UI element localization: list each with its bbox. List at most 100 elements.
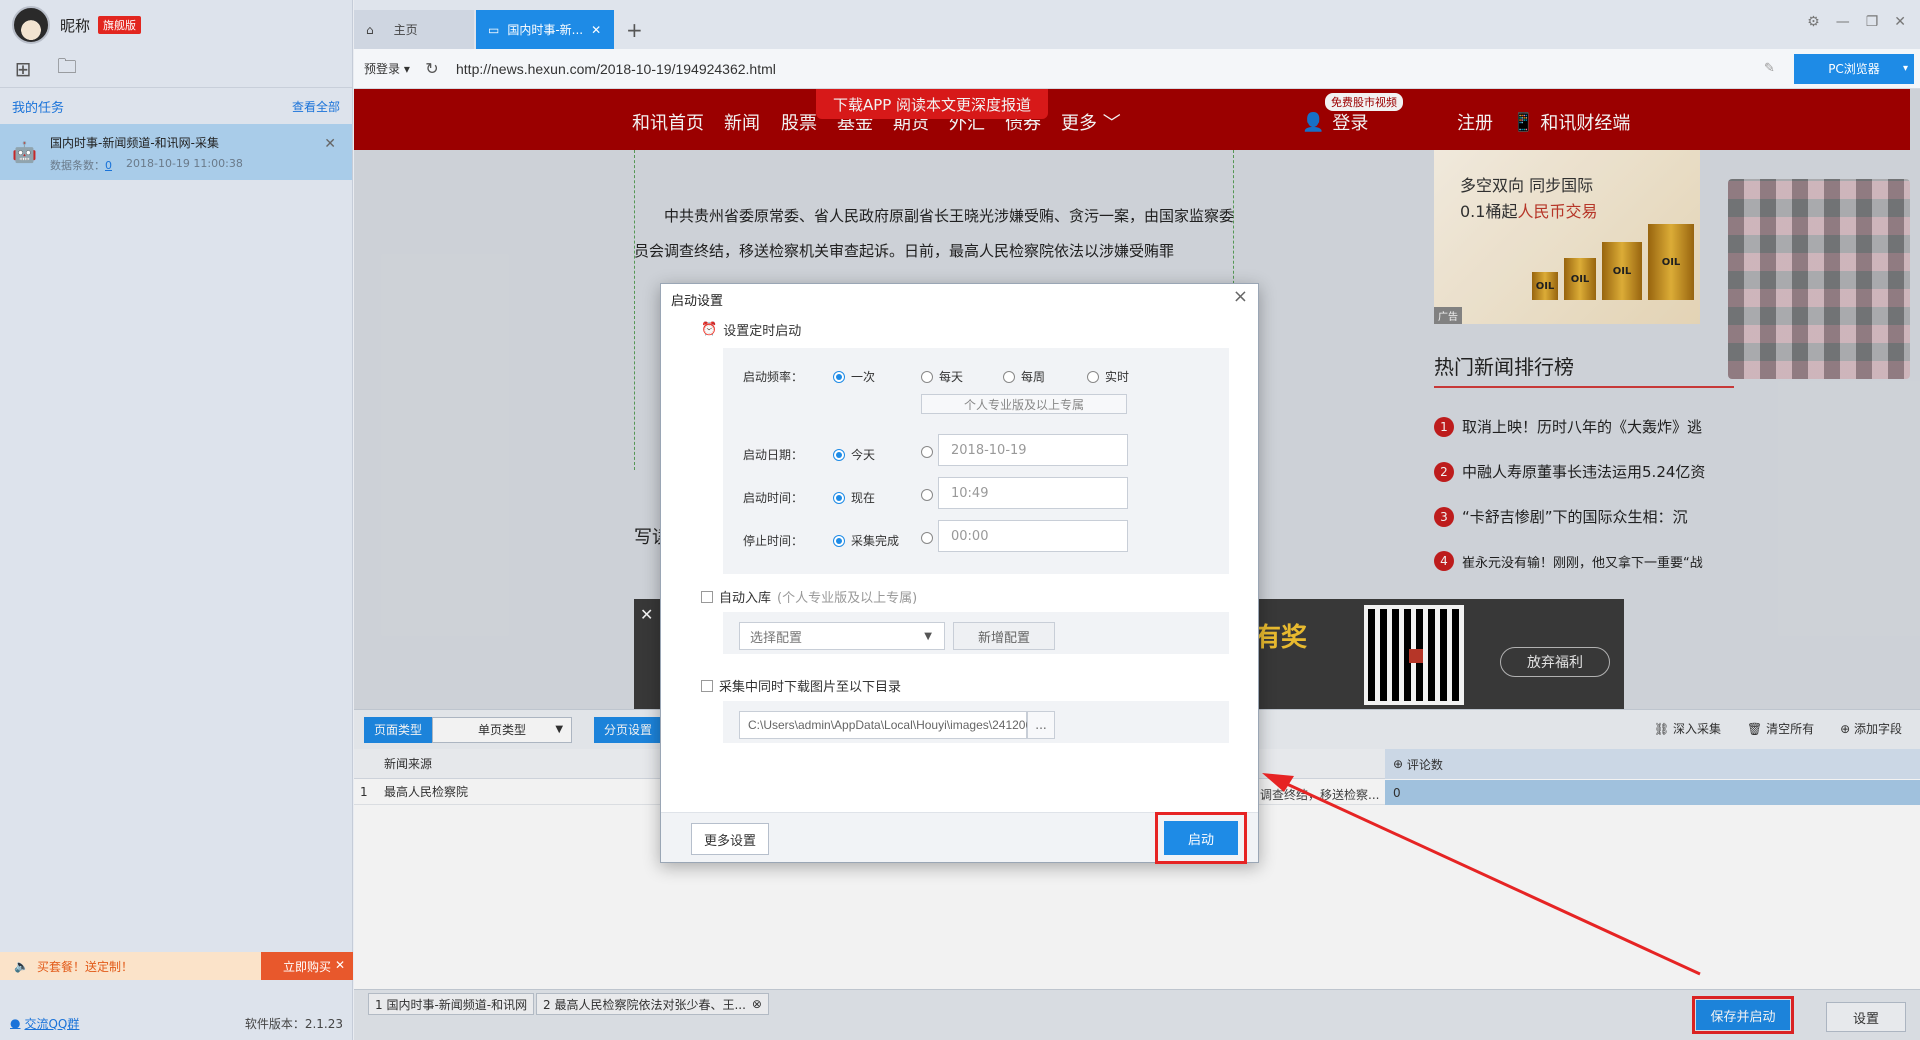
task-title: 国内时事-新闻频道-和讯网-采集 [50, 136, 219, 150]
date-today-radio[interactable]: 今天 [833, 446, 875, 463]
stop-done-radio[interactable]: 采集完成 [833, 532, 899, 549]
tab-news[interactable]: ▭ 国内时事-新... ✕ [476, 10, 614, 49]
qq-group-link[interactable]: ● 交流QQ群 [10, 1015, 79, 1032]
task-count[interactable]: 0 [105, 159, 112, 172]
radio-dot [921, 489, 933, 501]
page-icon: ▭ [488, 22, 500, 37]
select-config-dropdown[interactable]: 选择配置 ▼ [739, 622, 945, 650]
task-count-label: 数据条数： [50, 159, 105, 172]
home-icon: ⌂ [366, 22, 374, 37]
freq-weekly-radio[interactable]: 每周 [1003, 368, 1045, 385]
radio-label: 一次 [851, 370, 876, 384]
close-icon[interactable]: ✕ [324, 136, 336, 152]
user-header: 昵称 旗舰版 [0, 0, 352, 50]
radio-dot [921, 446, 933, 458]
promo-text: 买套餐！送定制！ [36, 959, 133, 974]
new-folder-icon[interactable]: 🗀 [56, 54, 78, 79]
avatar[interactable] [12, 6, 50, 44]
date-custom-radio[interactable] [921, 446, 933, 458]
tab-home[interactable]: ⌂ 主页 [354, 10, 474, 49]
gear-icon[interactable]: ⚙ [1807, 14, 1820, 30]
radio-dot [921, 532, 933, 544]
timer-header-label: 设置定时启动 [723, 324, 802, 339]
download-images-checkbox[interactable]: 采集中同时下载图片至以下目录 [701, 676, 901, 695]
dialog-footer: 更多设置 启动 [661, 812, 1258, 864]
pc-browser-button[interactable]: PC浏览器 ▾ [1794, 53, 1914, 84]
time-custom-radio[interactable] [921, 489, 933, 501]
radio-label: 现在 [851, 491, 876, 505]
address-bar: 预登录 ▾ ↻ http://news.hexun.com/2018-10-19… [354, 49, 1920, 89]
radio-dot [833, 534, 845, 547]
promo-banner: 🔈 买套餐！送定制！ 立即购买 ✕ [0, 952, 353, 980]
sidebar-toolbar: ⊞ 🗀 [0, 50, 352, 88]
close-icon[interactable]: × [1233, 286, 1248, 307]
radio-dot [833, 370, 845, 383]
date-label: 启动日期： [743, 448, 804, 462]
task-item[interactable]: 🤖 国内时事-新闻频道-和讯网-采集 数据条数：0 2018-10-19 11:… [0, 124, 352, 180]
close-icon[interactable]: ✕ [591, 23, 601, 37]
start-settings-dialog: 启动设置 × ⏰ 设置定时启动 启动频率： 一次 每天 每周 实时 个人专业版及以… [660, 283, 1259, 864]
pro-only-note: 个人专业版及以上专属 [921, 394, 1127, 414]
close-icon[interactable]: ✕ [1894, 14, 1906, 30]
window-controls: ⚙ — ❐ ✕ [1807, 14, 1906, 30]
close-icon[interactable]: ✕ [335, 958, 345, 972]
radio-label: 每周 [1021, 370, 1046, 384]
radio-dot [921, 370, 933, 383]
freq-label: 启动频率： [743, 370, 804, 384]
stop-label: 停止时间： [743, 534, 804, 548]
download-images-label: 采集中同时下载图片至以下目录 [719, 680, 902, 695]
image-dir-input[interactable]: C:\Users\admin\AppData\Local\Houyi\image… [739, 711, 1039, 739]
view-all-link[interactable]: 查看全部 [292, 98, 340, 115]
version-label: 软件版本：2.1.23 [244, 1016, 343, 1031]
more-settings-button[interactable]: 更多设置 [691, 823, 769, 855]
pre-login-label: 预登录 [364, 62, 401, 76]
pre-login-select[interactable]: 预登录 ▾ [354, 60, 414, 77]
new-config-button[interactable]: 新增配置 [953, 622, 1055, 650]
chevron-down-icon: ▾ [1902, 63, 1908, 74]
radio-dot [833, 448, 845, 461]
freq-daily-radio[interactable]: 每天 [921, 368, 963, 385]
auto-import-checkbox[interactable]: 自动入库 (个人专业版及以上专属) [701, 587, 917, 606]
vip-badge: 旗舰版 [98, 16, 142, 34]
stop-custom-radio[interactable] [921, 532, 933, 544]
clock-icon: ⏰ [701, 322, 718, 337]
freq-once-radio[interactable]: 一次 [833, 368, 875, 385]
start-button[interactable]: 启动 [1155, 812, 1247, 864]
reload-icon[interactable]: ↻ [414, 59, 450, 78]
radio-label: 每天 [939, 370, 964, 384]
radio-label: 采集完成 [851, 534, 900, 548]
time-now-radio[interactable]: 现在 [833, 489, 875, 506]
stop-input[interactable]: 00:00 [938, 520, 1128, 552]
radio-dot [1087, 370, 1099, 383]
auto-import-label: 自动入库 [719, 591, 772, 606]
sidebar-footer: ● 交流QQ群 软件版本：2.1.23 [0, 1012, 353, 1034]
time-input[interactable]: 10:49 [938, 477, 1128, 509]
new-task-icon[interactable]: ⊞ [12, 57, 34, 81]
qq-group-label: 交流QQ群 [24, 1016, 80, 1031]
checkbox-box [701, 679, 713, 692]
pc-browser-label: PC浏览器 [1828, 62, 1880, 76]
tab-bar: ⌂ 主页 ▭ 国内时事-新... ✕ + ⚙ — ❐ ✕ [354, 0, 1920, 49]
freq-realtime-radio[interactable]: 实时 [1087, 368, 1129, 385]
chevron-down-icon: ▼ [924, 630, 932, 642]
browse-button[interactable]: ... [1027, 711, 1055, 739]
radio-label: 实时 [1105, 370, 1130, 384]
restore-icon[interactable]: ❐ [1866, 14, 1879, 30]
minimize-icon[interactable]: — [1836, 14, 1850, 30]
radio-label: 今天 [851, 448, 876, 462]
speaker-icon: 🔈 [14, 959, 29, 973]
new-tab-button[interactable]: + [616, 10, 653, 49]
auto-import-note: (个人专业版及以上专属) [777, 591, 918, 606]
schedule-panel: 启动频率： 一次 每天 每周 实时 个人专业版及以上专属 启动日期： 今天 20… [723, 348, 1229, 574]
task-time: 2018-10-19 11:00:38 [126, 157, 243, 170]
date-input[interactable]: 2018-10-19 [938, 434, 1128, 466]
url-input[interactable]: http://news.hexun.com/2018-10-19/1949243… [450, 61, 1764, 77]
tab-label: 主页 [393, 23, 418, 37]
radio-dot [833, 491, 845, 504]
dialog-title: 启动设置 [671, 294, 724, 309]
radio-dot [1003, 370, 1015, 383]
robot-icon: 🤖 [12, 140, 37, 164]
edit-icon[interactable]: ✎ [1764, 61, 1794, 76]
task-header: 我的任务 查看全部 [0, 88, 352, 124]
checkbox-box [701, 590, 713, 603]
